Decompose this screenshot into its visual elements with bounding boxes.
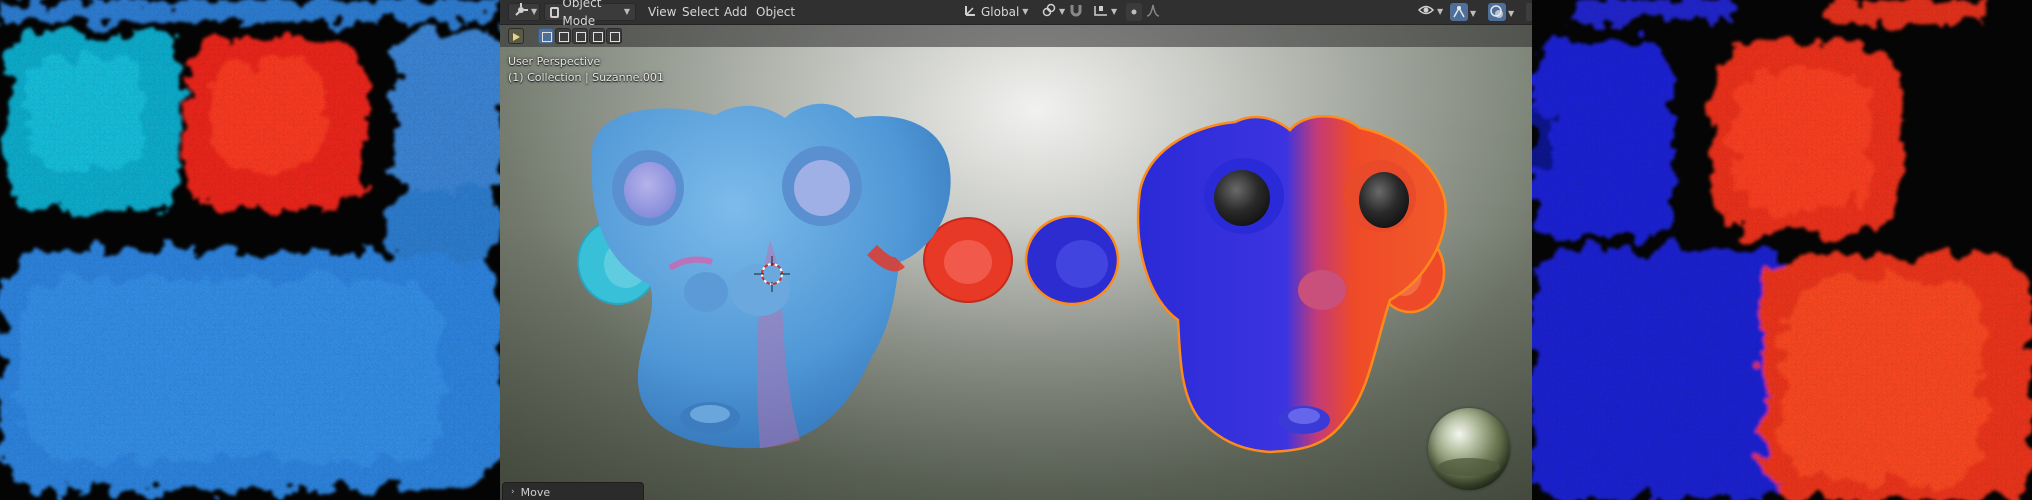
overlays-toggle[interactable] [1488, 3, 1506, 21]
snap-magnet-icon [1069, 5, 1083, 20]
suzanne-right-object-selected[interactable] [1024, 115, 1447, 454]
chevron-down-icon: ▼ [1059, 7, 1066, 16]
3d-viewport[interactable]: ▼ Object Mode ▼ View Select Add Object G… [500, 0, 1532, 500]
select-extend-icon [559, 32, 569, 42]
active-tool-button[interactable] [508, 28, 524, 44]
hdri-preview-sphere [1428, 408, 1510, 490]
select-mode-subtract[interactable] [572, 28, 588, 44]
right-painted-view [1532, 0, 2032, 500]
snap-target-selector[interactable]: ▼ [1088, 3, 1122, 21]
chevron-down-icon: ▼ [1022, 7, 1029, 16]
overlays-toggle-icon [1488, 5, 1506, 24]
left-painted-view [0, 0, 500, 500]
editor-type-selector[interactable]: ▼ [508, 2, 540, 22]
snap-increment-icon [1094, 3, 1108, 22]
overlays-dropdown[interactable]: ▼ [1508, 3, 1520, 21]
menu-object[interactable]: Object [750, 3, 801, 21]
snap-toggle[interactable] [1068, 3, 1084, 21]
select-mode-new[interactable] [538, 28, 554, 44]
select-subtract-icon [576, 32, 586, 42]
mode-selector[interactable]: Object Mode ▼ [544, 0, 636, 28]
collection-info-label: (1) Collection | Suzanne.001 [508, 71, 664, 84]
select-mode-extend[interactable] [555, 28, 571, 44]
viewport-editor-icon [514, 2, 528, 22]
gizmo-dropdown[interactable]: ▼ [1470, 3, 1482, 21]
proportional-edit-toggle[interactable] [1126, 3, 1142, 21]
eye-visibility-icon [1417, 3, 1435, 22]
chevron-down-icon: ▼ [1111, 7, 1118, 16]
chevron-down-icon: ▼ [1508, 9, 1515, 18]
menu-add[interactable]: Add [718, 3, 753, 21]
last-operator-panel[interactable]: › Move [502, 482, 644, 500]
chevron-down-icon: ▼ [623, 7, 630, 16]
viewport-header: ▼ Object Mode ▼ View Select Add Object G… [500, 0, 1532, 28]
select-new-icon [542, 32, 552, 42]
falloff-curve-icon [1146, 4, 1164, 20]
select-difference-icon [593, 32, 603, 42]
cursor-tool-icon [509, 29, 523, 48]
tool-settings-bar [500, 25, 1532, 47]
proportional-falloff-selector[interactable] [1146, 3, 1166, 21]
transform-orientation-selector[interactable]: Global ▼ [958, 3, 1028, 21]
view-perspective-label: User Perspective [508, 55, 601, 68]
chevron-down-icon: ▼ [1470, 9, 1477, 18]
pivot-point-selector[interactable]: ▼ [1036, 3, 1066, 22]
chevron-down-icon: ▼ [531, 7, 538, 16]
pivot-point-icon [1042, 3, 1056, 22]
transform-orientation-icon [964, 3, 978, 22]
select-mode-difference[interactable] [589, 28, 605, 44]
proportional-edit-icon [1126, 9, 1142, 24]
last-operator-label: Move [520, 485, 551, 499]
chevron-down-icon: ▼ [1437, 7, 1444, 16]
select-mode-intersect[interactable] [606, 28, 622, 44]
select-intersect-icon [610, 32, 620, 42]
object-mode-icon [550, 6, 560, 18]
transform-orientation-label: Global [981, 5, 1020, 19]
chevron-right-icon: › [511, 487, 515, 497]
visibility-selector[interactable]: ▼ [1412, 3, 1446, 21]
gizmo-toggle-icon [1450, 6, 1468, 24]
suzanne-left-object[interactable] [577, 103, 1013, 449]
gizmo-toggle[interactable] [1450, 3, 1468, 21]
